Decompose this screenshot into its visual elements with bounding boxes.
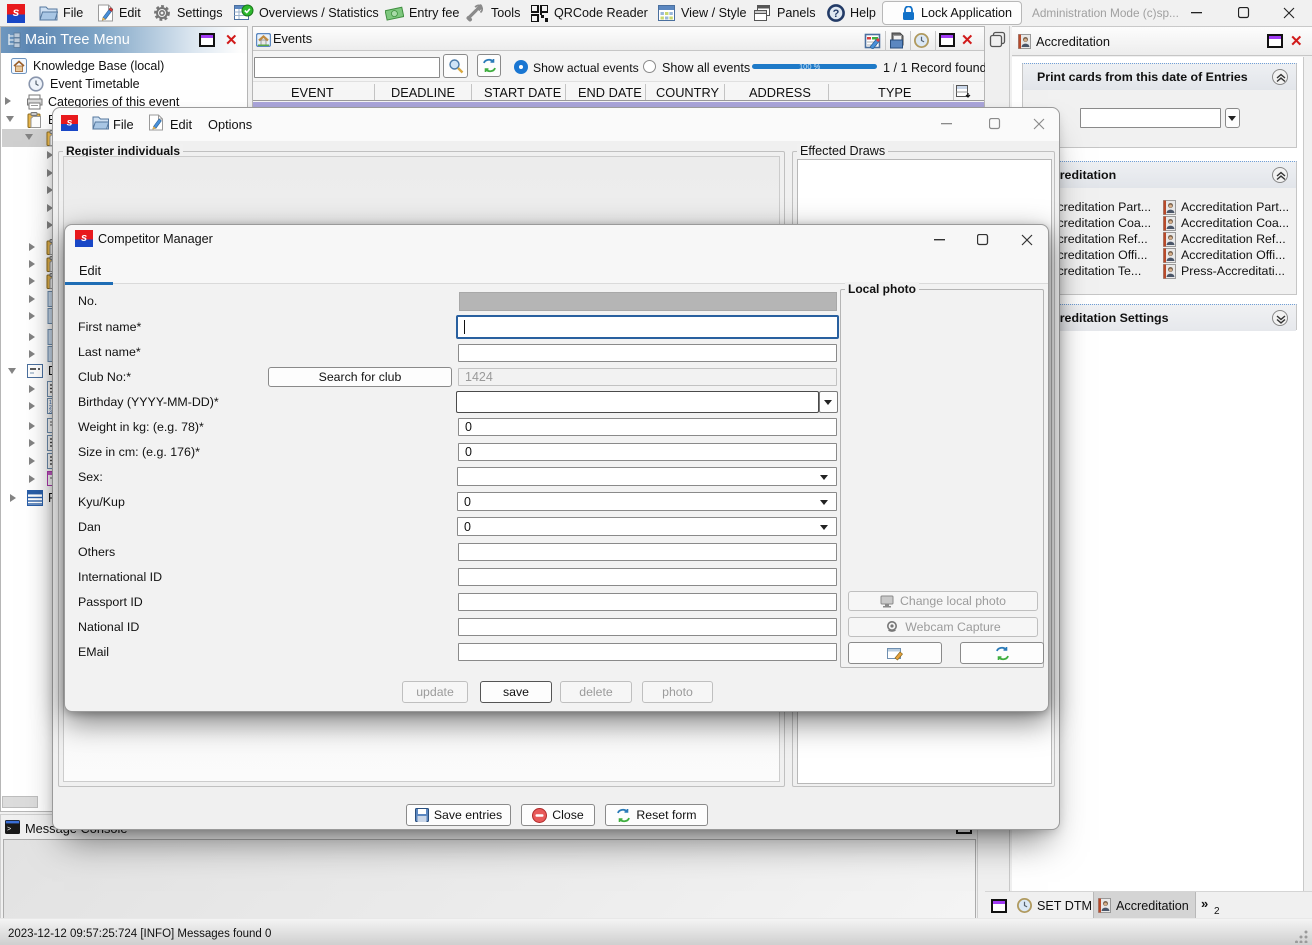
svg-text:s: s <box>81 232 87 244</box>
svg-text:s: s <box>67 117 73 129</box>
svg-text:s: s <box>13 5 20 19</box>
svg-text:?: ? <box>833 8 840 20</box>
svg-text:>: > <box>7 826 11 834</box>
